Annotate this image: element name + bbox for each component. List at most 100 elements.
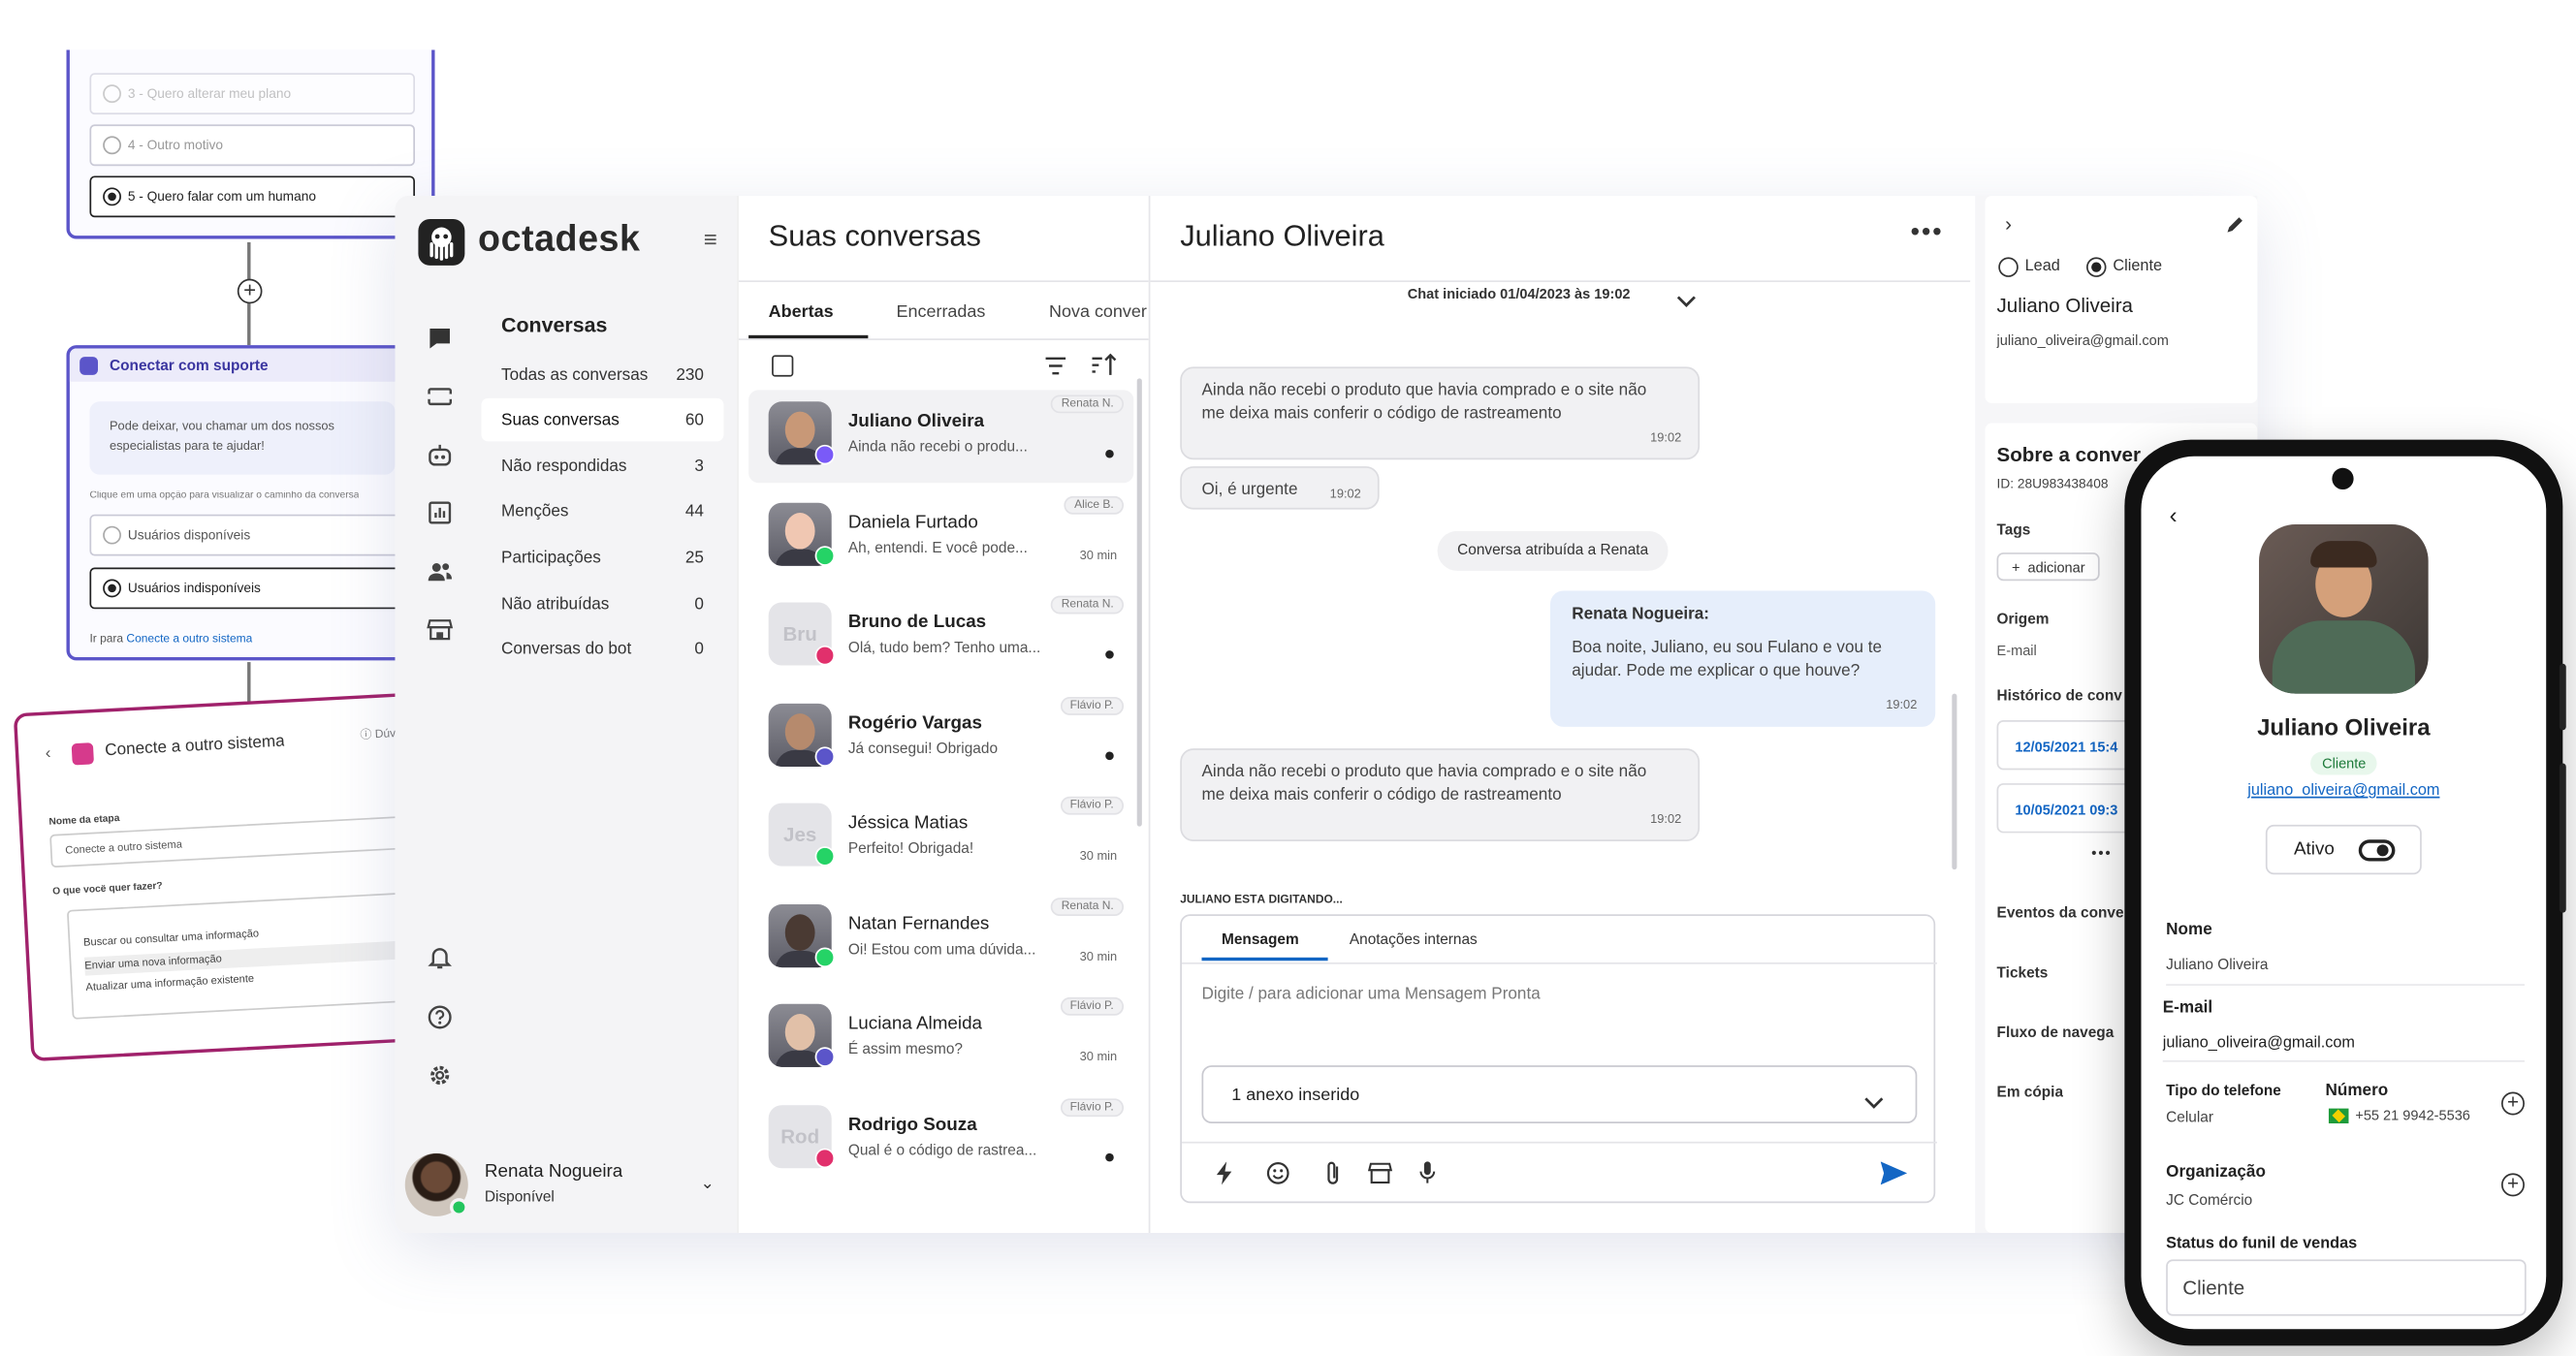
add-phone-icon[interactable]: + [2500,1091,2525,1116]
back-arrow-icon[interactable]: ‹ [2170,501,2178,527]
paperclip-icon[interactable] [1324,1160,1341,1195]
flow-option[interactable]: 4 - Outro motivo [89,124,415,167]
flow-option[interactable]: Usuários disponíveis [89,514,415,556]
filter-unassigned[interactable]: Não atribuídas 0 [481,583,723,626]
tab-new[interactable]: Nova conver [1049,302,1149,323]
scrollbar[interactable] [1136,378,1142,827]
chevron-down-icon[interactable]: ⌄ [700,1175,714,1193]
integration-icon [71,742,95,766]
time-label: 30 min [1079,1048,1118,1064]
scrollbar[interactable] [1952,693,1957,870]
flow-option-selected[interactable]: Usuários indisponíveis [89,567,415,610]
camera-icon [2332,467,2354,490]
contact-name: Bruno de Lucas [847,612,987,633]
reports-icon[interactable] [425,499,455,529]
phone-mockup: ‹ Juliano Oliveira Cliente juliano_olive… [2124,439,2566,1346]
section-tickets[interactable]: Tickets [1997,964,2049,981]
store-icon[interactable] [425,615,455,646]
conversation-item[interactable]: Daniela Furtado Ah, entendi. E você pode.… [748,491,1133,584]
attachment-dropdown[interactable]: 1 anexo inserido [1201,1065,1918,1124]
collapse-menu-icon[interactable]: ≡ [704,226,717,252]
time-label: 30 min [1079,847,1118,864]
ticket-icon[interactable] [425,383,455,413]
microphone-icon[interactable] [1419,1160,1436,1193]
agent-badge: Flávio P. [1060,697,1125,715]
flow-option[interactable]: 3 - Quero alterar meu plano [89,73,415,115]
sort-icon[interactable] [1091,353,1117,386]
conversation-item[interactable]: Natan Fernandes Oi! Estou com uma dúvida.… [748,893,1133,986]
filter-icon[interactable] [1044,355,1067,385]
conversation-item[interactable]: Juliano Oliveira Ainda não recebi o produ… [748,390,1134,484]
contact-email: juliano_oliveira@gmail.com [1996,331,2169,349]
support-icon [80,357,99,375]
contact-name: Luciana Almeida [847,1014,983,1034]
add-step-icon[interactable]: + [237,278,263,304]
goto-link[interactable]: Conecte a outro sistema [126,634,252,646]
chevron-down-icon[interactable] [1676,287,1697,317]
tab-open[interactable]: Abertas [769,302,834,323]
section-cc[interactable]: Em cópia [1997,1084,2064,1100]
conversation-item[interactable]: Rogério Vargas Já consegui! Obrigado Flávi… [748,692,1133,785]
filter-unanswered[interactable]: Não respondidas 3 [481,445,723,489]
more-options-icon[interactable]: ••• [1911,219,1944,249]
agent-badge: Flávio P. [1060,796,1125,815]
conversation-item[interactable]: Bru Bruno de Lucas Olá, tudo bem? Tenho um… [748,590,1133,683]
support-message: Pode deixar, vou chamar um dos nossos es… [89,401,396,475]
add-tag-button[interactable]: + adicionar [1996,552,2101,582]
emoji-icon[interactable] [1266,1161,1289,1193]
chat-icon[interactable] [425,326,455,356]
tab-internal-notes[interactable]: Anotações internas [1350,930,1478,947]
contact-name: Rogério Vargas [847,713,982,734]
flow-option-selected[interactable]: 5 - Quero falar com um humano [89,175,415,218]
conversation-item[interactable]: Rod Rodrigo Souza Qual é o código de rastr… [748,1093,1133,1186]
action-item[interactable]: Atualizar uma informação existente [85,973,254,993]
filter-all[interactable]: Todas as conversas 230 [481,354,723,397]
section-navigation[interactable]: Fluxo de navega [1997,1024,2115,1040]
bell-icon[interactable] [425,944,455,974]
radio-lead[interactable] [1998,257,2019,277]
help-icon[interactable] [425,1004,455,1034]
conversation-item[interactable]: Luciana Almeida É assim mesmo? Flávio P. 30… [748,993,1133,1086]
contact-name: Rodrigo Souza [847,1115,977,1136]
select-all-checkbox[interactable] [772,355,794,377]
message-input[interactable]: Digite / para adicionar uma Mensagem Pro… [1201,986,1915,1004]
active-toggle[interactable]: Ativo [2265,824,2422,875]
filter-mine[interactable]: Suas conversas 60 [481,397,724,442]
tab-closed[interactable]: Encerradas [896,302,985,323]
add-organization-icon[interactable]: + [2500,1173,2525,1197]
unread-dot [1105,650,1114,659]
action-item[interactable]: Buscar ou consultar uma informação [83,929,260,949]
conversation-item[interactable]: Jes Jéssica Matias Perfeito! Obrigada! Fláv… [748,792,1133,885]
email-link[interactable]: juliano_oliveira@gmail.com [2141,781,2546,800]
section-events[interactable]: Eventos da conve [1997,904,2124,921]
help-link[interactable]: ⓘ Dúvi [360,725,398,743]
section-title: Conversas [501,313,608,337]
unread-dot [1105,449,1114,458]
user-name: Renata Nogueira [484,1161,623,1182]
channel-icon [814,444,836,465]
contact-photo [2259,523,2429,694]
send-icon[interactable] [1880,1161,1908,1193]
unread-dot [1105,1152,1114,1162]
tab-message[interactable]: Mensagem [1222,930,1299,947]
contacts-icon[interactable] [425,557,455,587]
contact-name: Daniela Furtado [847,513,978,533]
funnel-status-select[interactable]: Cliente [2166,1259,2527,1316]
more-icon[interactable]: ••• [2091,844,2112,861]
store-icon[interactable] [1367,1161,1393,1193]
radio-client[interactable] [2085,257,2107,277]
chevron-right-icon[interactable]: › [2005,212,2012,236]
bot-icon[interactable] [425,441,455,471]
support-card-title: Conectar com suporte [109,357,269,374]
channel-icon [814,1148,836,1169]
action-list: Buscar ou consultar uma informação Envia… [66,891,437,1020]
filter-bot[interactable]: Conversas do bot 0 [481,627,723,671]
filter-mentions[interactable]: Menções 44 [481,489,723,533]
gear-icon[interactable] [425,1062,455,1092]
edit-icon[interactable] [2226,212,2246,242]
channel-icon [814,746,836,767]
filter-participations[interactable]: Participações 25 [481,536,723,580]
lightning-icon[interactable] [1215,1161,1235,1193]
agent-badge: Alice B. [1064,495,1125,515]
channel-icon [814,546,836,566]
